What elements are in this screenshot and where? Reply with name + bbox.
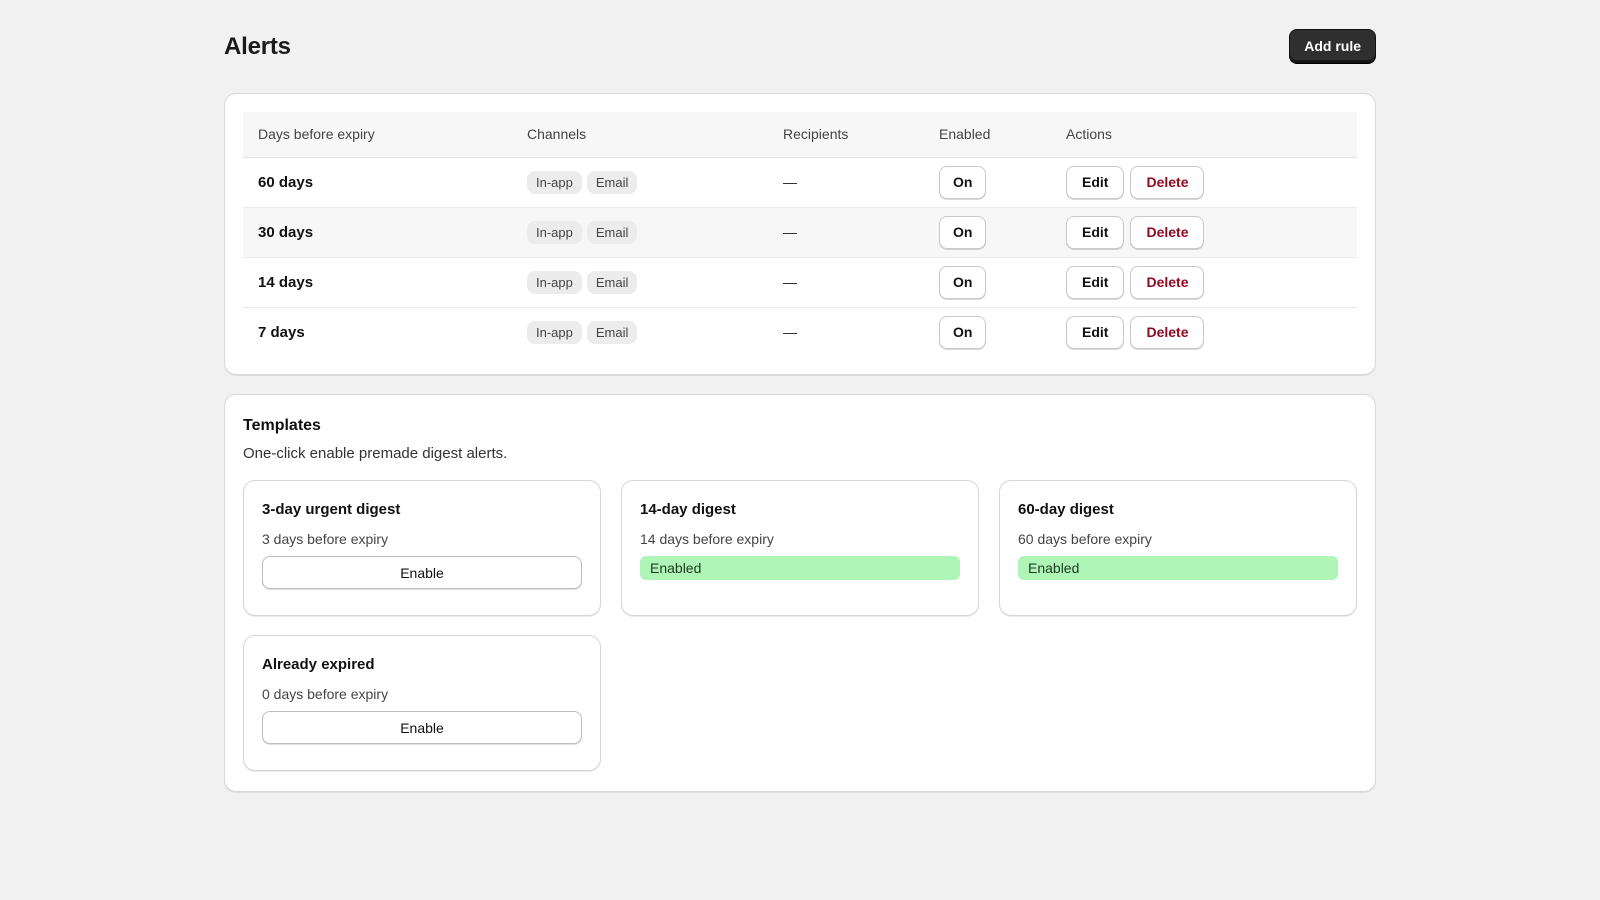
- template-title: Already expired: [262, 656, 375, 673]
- channel-chip-in-app: In-app: [527, 320, 582, 344]
- header-actions: Actions: [1051, 112, 1357, 158]
- enabled-cell: On: [924, 307, 1051, 357]
- template-title: 60-day digest: [1018, 501, 1114, 518]
- channels-cell: In-app Email: [512, 307, 768, 357]
- days-cell: 7 days: [258, 323, 305, 341]
- template-card-already-expired: Already expired 0 days before expiry Ena…: [243, 635, 601, 771]
- enabled-status-badge: Enabled: [1018, 556, 1338, 580]
- recipients-cell: —: [768, 207, 924, 258]
- delete-button[interactable]: Delete: [1130, 315, 1205, 349]
- alert-rules-card: Days before expiry Channels Recipients E…: [224, 93, 1376, 375]
- page-title: Alerts: [224, 33, 291, 60]
- enabled-toggle-button[interactable]: On: [939, 315, 987, 349]
- delete-button[interactable]: Delete: [1130, 265, 1205, 299]
- days-cell: 14 days: [243, 257, 512, 308]
- header-enabled: Enabled: [924, 112, 1051, 158]
- header-channels: Channels: [512, 112, 768, 158]
- templates-subtitle: One-click enable premade digest alerts.: [243, 445, 508, 462]
- template-subtitle: 3 days before expiry: [262, 531, 389, 547]
- table-header-row: Days before expiry Channels Recipients E…: [243, 112, 1357, 158]
- alerts-page: Alerts Add rule Days before expiry Chann…: [224, 0, 1376, 792]
- enabled-cell: On: [924, 207, 1051, 258]
- table-row: 60 days In-app Email — On Edit Delete: [243, 157, 1357, 208]
- recipients-cell: —: [783, 324, 797, 341]
- recipients-cell: —: [768, 257, 924, 308]
- add-rule-button[interactable]: Add rule: [1289, 29, 1376, 63]
- channels-cell: In-app Email: [512, 157, 768, 208]
- template-title: 3-day urgent digest: [262, 501, 401, 518]
- edit-button[interactable]: Edit: [1066, 215, 1125, 249]
- channel-chip-in-app: In-app: [527, 270, 582, 294]
- channels-cell: In-app Email: [512, 257, 768, 308]
- table-row: 7 days In-app Email — On Edit Delete: [243, 307, 1357, 357]
- template-card-14-day-digest: 14-day digest 14 days before expiry Enab…: [621, 480, 979, 616]
- actions-cell: Edit Delete: [1051, 207, 1357, 258]
- templates-card: Templates One-click enable premade diges…: [224, 394, 1376, 792]
- template-subtitle: 14 days before expiry: [640, 531, 774, 547]
- enabled-cell: On: [924, 157, 1051, 208]
- template-subtitle: 0 days before expiry: [262, 686, 389, 702]
- enabled-cell: On: [924, 257, 1051, 308]
- enable-template-button[interactable]: Enable: [262, 711, 582, 744]
- channel-chip-email: Email: [586, 170, 638, 194]
- alert-rules-table: Days before expiry Channels Recipients E…: [243, 112, 1357, 357]
- enabled-status-badge: Enabled: [640, 556, 960, 580]
- templates-grid: 3-day urgent digest 3 days before expiry…: [243, 480, 1357, 780]
- actions-cell: Edit Delete: [1051, 307, 1357, 357]
- channels-cell: In-app Email: [512, 207, 768, 258]
- edit-button[interactable]: Edit: [1066, 265, 1125, 299]
- template-subtitle: 60 days before expiry: [1018, 531, 1152, 547]
- template-card-3-day-urgent-digest: 3-day urgent digest 3 days before expiry…: [243, 480, 601, 616]
- channel-chip-email: Email: [586, 270, 638, 294]
- template-card-60-day-digest: 60-day digest 60 days before expiry Enab…: [999, 480, 1357, 616]
- table-row: 14 days In-app Email — On Edit Delete: [243, 257, 1357, 308]
- channel-chip-email: Email: [586, 320, 638, 344]
- enabled-toggle-button[interactable]: On: [939, 265, 987, 299]
- channel-chip-in-app: In-app: [527, 170, 582, 194]
- page-header: Alerts Add rule: [224, 0, 1376, 94]
- channel-chip-in-app: In-app: [527, 220, 582, 244]
- header-recipients: Recipients: [768, 112, 924, 158]
- table-row: 30 days In-app Email — On Edit Delete: [243, 207, 1357, 258]
- days-cell: 30 days: [243, 207, 512, 258]
- actions-cell: Edit Delete: [1051, 157, 1357, 208]
- edit-button[interactable]: Edit: [1066, 315, 1125, 349]
- days-cell: 60 days: [243, 157, 512, 208]
- enabled-toggle-button[interactable]: On: [939, 215, 987, 249]
- recipients-cell: —: [768, 157, 924, 208]
- header-days-before-expiry: Days before expiry: [243, 112, 512, 158]
- channel-chip-email: Email: [586, 220, 638, 244]
- edit-button[interactable]: Edit: [1066, 165, 1125, 199]
- enable-template-button[interactable]: Enable: [262, 556, 582, 589]
- delete-button[interactable]: Delete: [1130, 165, 1205, 199]
- actions-cell: Edit Delete: [1051, 257, 1357, 308]
- delete-button[interactable]: Delete: [1130, 215, 1205, 249]
- templates-title: Templates: [243, 417, 321, 434]
- enabled-toggle-button[interactable]: On: [939, 165, 987, 199]
- template-title: 14-day digest: [640, 501, 736, 518]
